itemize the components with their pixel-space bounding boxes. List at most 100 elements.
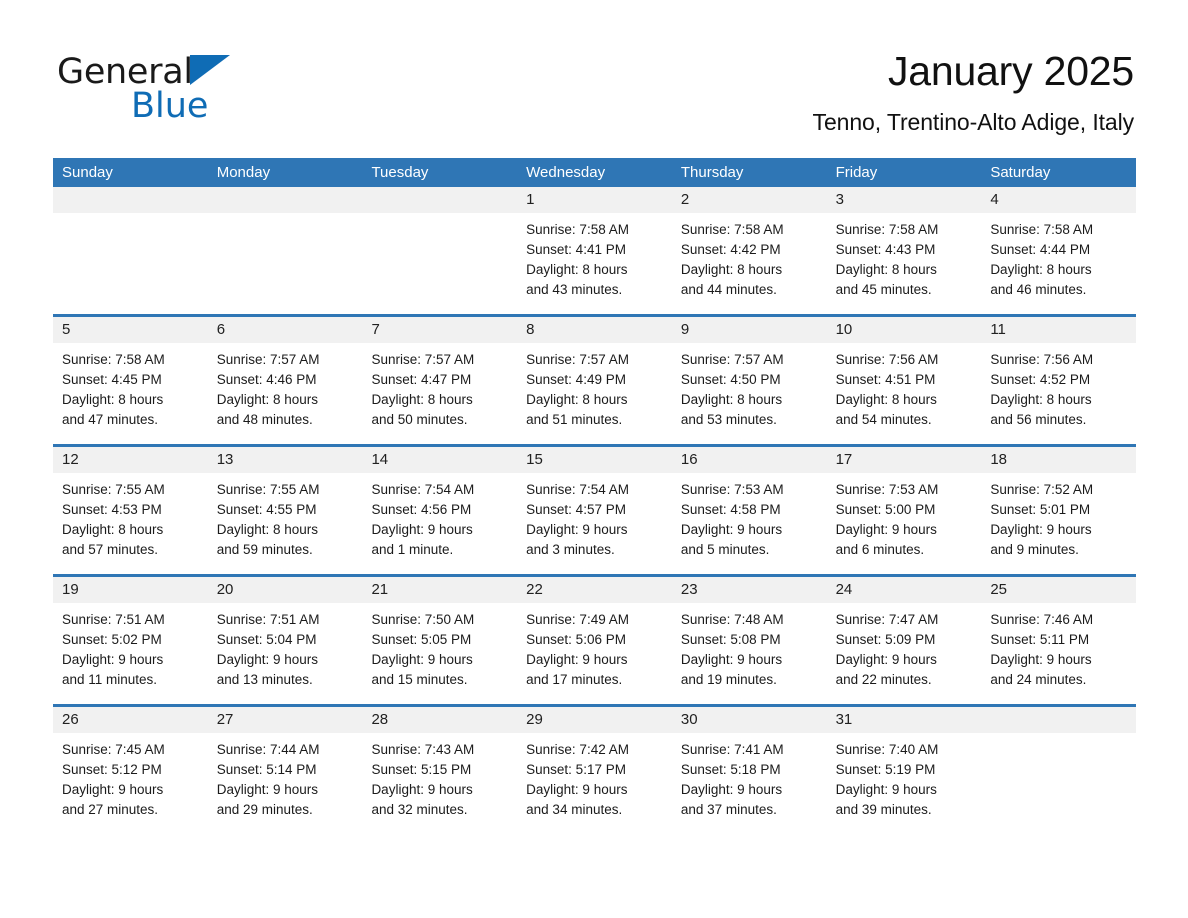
sunrise-text: Sunrise: 7:58 AM (990, 222, 1094, 237)
day-details: Sunrise: 7:51 AM Sunset: 5:02 PM Daylight:… (53, 603, 208, 690)
day-number: 4 (981, 187, 1137, 213)
calendar-day-cell[interactable]: 30 Sunrise: 7:41 AM Sunset: 5:18 PM Dayligh… (671, 707, 827, 834)
sunset-text: Sunset: 4:53 PM (62, 502, 162, 517)
sunset-text: Sunset: 4:49 PM (526, 372, 626, 387)
calendar-day-cell[interactable]: 6 Sunrise: 7:57 AM Sunset: 4:46 PM Daylight… (207, 317, 363, 444)
sunset-text: Sunset: 5:04 PM (216, 632, 317, 647)
day-number: 31 (826, 707, 982, 733)
day-details: Sunrise: 7:42 AM Sunset: 5:17 PM Daylight:… (517, 733, 672, 820)
day-number: 5 (53, 317, 208, 343)
day-number: 28 (362, 707, 518, 733)
daylight-text-line1: Daylight: 9 hours (526, 522, 628, 537)
sunset-text: Sunset: 5:05 PM (371, 632, 472, 647)
calendar-day-cell[interactable]: 27 Sunrise: 7:44 AM Sunset: 5:14 PM Dayligh… (207, 707, 363, 834)
calendar-day-cell[interactable]: 20 Sunrise: 7:51 AM Sunset: 5:04 PM Dayligh… (207, 577, 363, 704)
day-number: 14 (362, 447, 518, 473)
day-details: Sunrise: 7:55 AM Sunset: 4:53 PM Daylight:… (53, 473, 208, 560)
sunrise-text: Sunrise: 7:48 AM (680, 612, 784, 627)
general-blue-logo[interactable]: General Blue (57, 52, 377, 132)
calendar-week-row: 1 Sunrise: 7:58 AM Sunset: 4:41 PM Daylight… (53, 187, 1137, 314)
daylight-text-line1: Daylight: 8 hours (835, 392, 937, 407)
daylight-text-line2: and 29 minutes. (216, 802, 313, 817)
daylight-text-line2: and 22 minutes. (835, 672, 932, 687)
calendar-day-cell[interactable]: 26 Sunrise: 7:45 AM Sunset: 5:12 PM Dayligh… (53, 707, 208, 834)
sunset-text: Sunset: 4:43 PM (835, 242, 936, 257)
calendar-day-cell[interactable]: 3 Sunrise: 7:58 AM Sunset: 4:43 PM Daylight… (826, 187, 982, 314)
sunset-text: Sunset: 5:06 PM (526, 632, 626, 647)
daylight-text-line2: and 51 minutes. (526, 412, 623, 427)
page-subtitle: Tenno, Trentino-Alto Adige, Italy (812, 109, 1135, 136)
daylight-text-line2: and 43 minutes. (526, 282, 623, 297)
calendar-day-cell[interactable]: 25 Sunrise: 7:46 AM Sunset: 5:11 PM Dayligh… (981, 577, 1137, 704)
calendar-day-cell[interactable]: 31 Sunrise: 7:40 AM Sunset: 5:19 PM Dayligh… (826, 707, 982, 834)
day-number: 18 (981, 447, 1137, 473)
calendar-day-cell[interactable]: 14 Sunrise: 7:54 AM Sunset: 4:56 PM Dayligh… (362, 447, 518, 574)
day-details: Sunrise: 7:53 AM Sunset: 5:00 PM Daylight:… (827, 473, 982, 560)
day-number: 13 (207, 447, 363, 473)
daylight-text-line1: Daylight: 8 hours (680, 392, 783, 407)
daylight-text-line2: and 57 minutes. (62, 542, 159, 557)
daylight-text-line2: and 13 minutes. (216, 672, 313, 687)
calendar-day-cell[interactable]: 15 Sunrise: 7:54 AM Sunset: 4:57 PM Dayligh… (517, 447, 672, 574)
daylight-text-line2: and 37 minutes. (680, 802, 777, 817)
day-details (208, 213, 363, 220)
day-details: Sunrise: 7:57 AM Sunset: 4:47 PM Daylight:… (362, 343, 517, 430)
daylight-text-line1: Daylight: 9 hours (62, 782, 164, 797)
daylight-text-line1: Daylight: 9 hours (216, 782, 319, 797)
page-title: January 2025 (887, 48, 1134, 94)
sunrise-text: Sunrise: 7:44 AM (216, 742, 320, 757)
sunset-text: Sunset: 4:41 PM (526, 242, 626, 257)
day-number (53, 187, 208, 213)
calendar-day-cell[interactable]: 29 Sunrise: 7:42 AM Sunset: 5:17 PM Dayligh… (517, 707, 672, 834)
calendar-day-cell[interactable]: 18 Sunrise: 7:52 AM Sunset: 5:01 PM Dayligh… (981, 447, 1137, 574)
sunrise-text: Sunrise: 7:58 AM (680, 222, 784, 237)
calendar-day-cell[interactable]: 10 Sunrise: 7:56 AM Sunset: 4:51 PM Dayligh… (826, 317, 982, 444)
daylight-text-line2: and 27 minutes. (62, 802, 159, 817)
daylight-text-line1: Daylight: 8 hours (990, 392, 1092, 407)
calendar-day-cell[interactable]: 2 Sunrise: 7:58 AM Sunset: 4:42 PM Daylight… (671, 187, 827, 314)
calendar-day-cell[interactable]: 28 Sunrise: 7:43 AM Sunset: 5:15 PM Dayligh… (362, 707, 518, 834)
day-number (981, 707, 1137, 733)
calendar-day-cell[interactable]: 17 Sunrise: 7:53 AM Sunset: 5:00 PM Dayligh… (826, 447, 982, 574)
day-details: Sunrise: 7:45 AM Sunset: 5:12 PM Daylight:… (53, 733, 208, 820)
day-number: 26 (53, 707, 208, 733)
calendar-day-cell[interactable]: 1 Sunrise: 7:58 AM Sunset: 4:41 PM Daylight… (517, 187, 672, 314)
sunrise-text: Sunrise: 7:49 AM (526, 612, 629, 627)
daylight-text-line2: and 59 minutes. (216, 542, 313, 557)
sunset-text: Sunset: 4:56 PM (371, 502, 472, 517)
daylight-text-line2: and 48 minutes. (216, 412, 313, 427)
calendar-day-cell[interactable]: 12 Sunrise: 7:55 AM Sunset: 4:53 PM Dayligh… (53, 447, 208, 574)
title-block: January 2025 Tenno, Trentino-Alto Adige,… (812, 48, 1135, 137)
day-number: 11 (981, 317, 1137, 343)
calendar-day-cell[interactable]: 13 Sunrise: 7:55 AM Sunset: 4:55 PM Dayligh… (207, 447, 363, 574)
calendar-day-cell[interactable]: 22 Sunrise: 7:49 AM Sunset: 5:06 PM Dayligh… (517, 577, 672, 704)
day-number (362, 187, 518, 213)
day-number: 29 (517, 707, 672, 733)
calendar-day-cell[interactable]: 23 Sunrise: 7:48 AM Sunset: 5:08 PM Dayligh… (671, 577, 827, 704)
calendar-day-cell-empty (207, 187, 363, 314)
daylight-text-line2: and 11 minutes. (62, 672, 158, 687)
calendar-day-cell[interactable]: 8 Sunrise: 7:57 AM Sunset: 4:49 PM Daylight… (517, 317, 672, 444)
calendar-day-cell[interactable]: 11 Sunrise: 7:56 AM Sunset: 4:52 PM Dayligh… (981, 317, 1137, 444)
day-number (207, 187, 363, 213)
calendar-day-cell[interactable]: 24 Sunrise: 7:47 AM Sunset: 5:09 PM Dayligh… (826, 577, 982, 704)
sunrise-text: Sunrise: 7:57 AM (216, 352, 320, 367)
logo-text-blue: Blue (131, 86, 209, 126)
calendar-day-cell[interactable]: 21 Sunrise: 7:50 AM Sunset: 5:05 PM Dayligh… (362, 577, 518, 704)
calendar-day-cell[interactable]: 16 Sunrise: 7:53 AM Sunset: 4:58 PM Dayligh… (671, 447, 827, 574)
weekday-header-saturday: Saturday (990, 164, 1051, 181)
calendar-day-cell[interactable]: 4 Sunrise: 7:58 AM Sunset: 4:44 PM Daylight… (981, 187, 1137, 314)
calendar-day-cell[interactable]: 5 Sunrise: 7:58 AM Sunset: 4:45 PM Daylight… (53, 317, 208, 444)
daylight-text-line1: Daylight: 9 hours (990, 652, 1092, 667)
sunrise-text: Sunrise: 7:57 AM (680, 352, 784, 367)
calendar-day-cell[interactable]: 9 Sunrise: 7:57 AM Sunset: 4:50 PM Daylight… (671, 317, 827, 444)
day-details: Sunrise: 7:58 AM Sunset: 4:43 PM Daylight:… (827, 213, 982, 300)
daylight-text-line1: Daylight: 9 hours (835, 522, 937, 537)
calendar-day-cell[interactable]: 7 Sunrise: 7:57 AM Sunset: 4:47 PM Daylight… (362, 317, 518, 444)
daylight-text-line2: and 19 minutes. (680, 672, 777, 687)
day-number: 3 (826, 187, 982, 213)
daylight-text-line1: Daylight: 8 hours (62, 522, 164, 537)
calendar-day-cell[interactable]: 19 Sunrise: 7:51 AM Sunset: 5:02 PM Dayligh… (53, 577, 208, 704)
day-number: 25 (981, 577, 1137, 603)
day-number: 10 (826, 317, 982, 343)
